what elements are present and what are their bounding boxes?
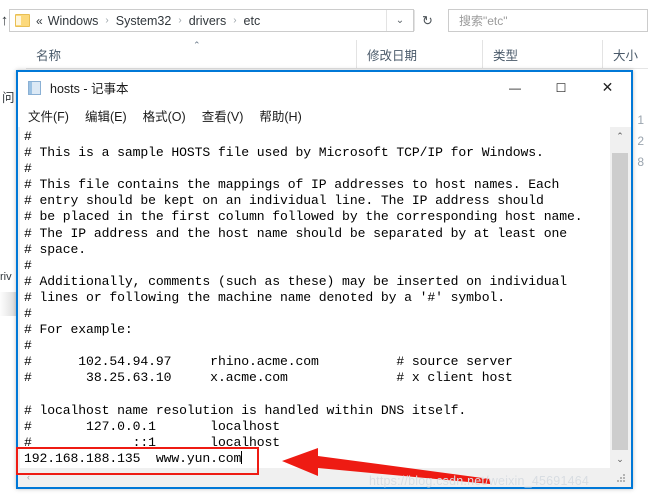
up-one-level-button[interactable]: ↑ [0,13,9,28]
menu-item-help[interactable]: 帮助(H) [259,106,301,125]
sort-ascending-icon: ⌃ [193,40,201,50]
screenshot-root: ↑ « Windows › System32 › drivers › etc ⌄… [0,0,648,501]
column-header-name[interactable]: 名称 [26,40,330,68]
refresh-icon[interactable]: ↻ [414,10,440,31]
vertical-scrollbar-thumb[interactable] [612,153,628,459]
resize-grip[interactable] [611,468,629,485]
nav-item-partial-1[interactable]: 问 [2,87,15,106]
breadcrumb-overflow-icon[interactable]: « [34,14,46,28]
minimize-button[interactable]: — [492,72,538,103]
file-size-value: 2 [637,134,644,148]
column-header-size[interactable]: 大小 [602,40,648,68]
file-size-value: 1 [637,113,644,127]
breadcrumb-item-windows[interactable]: Windows [46,13,101,29]
file-size-value: 8 [637,155,644,169]
hosts-file-textarea[interactable]: # # This is a sample HOSTS file used by … [20,127,611,468]
scroll-up-icon[interactable]: ⌃ [611,127,629,145]
notepad-menu-bar: 文件(F) 编辑(E) 格式(O) 查看(V) 帮助(H) [18,103,631,127]
menu-item-file[interactable]: 文件(F) [28,106,69,125]
notepad-client-area: # # This is a sample HOSTS file used by … [20,127,629,485]
file-list-column-headers: 名称 ⌃ 修改日期 类型 大小 [26,40,648,69]
chevron-right-icon: › [178,15,182,26]
search-input[interactable]: 搜索"etc" [448,9,648,32]
folder-icon [15,14,30,27]
address-input[interactable]: « Windows › System32 › drivers › etc ⌄ [9,9,414,32]
menu-item-format[interactable]: 格式(O) [143,106,186,125]
notepad-window: hosts - 记事本 — ☐ ✕ 文件(F) 编辑(E) 格式(O) 查看(V… [16,70,633,489]
window-title: hosts - 记事本 [50,82,129,96]
breadcrumb-item-system32[interactable]: System32 [114,13,174,29]
hosts-file-content: # # This is a sample HOSTS file used by … [24,129,583,466]
breadcrumb-item-drivers[interactable]: drivers [187,13,229,29]
chevron-right-icon: › [105,15,109,26]
breadcrumb-item-etc[interactable]: etc [242,13,263,29]
scroll-left-icon[interactable]: ‹ [20,468,37,485]
close-button[interactable]: ✕ [584,72,631,103]
text-caret [241,450,243,464]
scroll-down-icon[interactable]: ⌄ [611,450,629,468]
nav-item-partial-2[interactable]: riv [0,271,12,283]
column-header-type[interactable]: 类型 [482,40,602,68]
notepad-icon [28,80,43,96]
window-controls: — ☐ ✕ [492,72,631,103]
search-placeholder: 搜索"etc" [459,14,508,28]
chevron-right-icon: › [233,15,237,26]
notepad-title-bar[interactable]: hosts - 记事本 — ☐ ✕ [18,72,631,103]
grip-dots-icon [617,474,626,483]
menu-item-view[interactable]: 查看(V) [202,106,244,125]
explorer-address-bar: ↑ « Windows › System32 › drivers › etc ⌄… [0,8,648,33]
watermark-text: https://blog.csdn.net/weixin_45691464 [369,474,590,488]
breadcrumb: « Windows › System32 › drivers › etc [34,13,262,29]
menu-item-edit[interactable]: 编辑(E) [85,106,127,125]
vertical-scrollbar[interactable]: ⌃ ⌄ [610,127,629,468]
column-header-date-modified[interactable]: 修改日期 [356,40,482,68]
maximize-button[interactable]: ☐ [538,72,584,103]
chevron-down-icon[interactable]: ⌄ [386,10,413,31]
